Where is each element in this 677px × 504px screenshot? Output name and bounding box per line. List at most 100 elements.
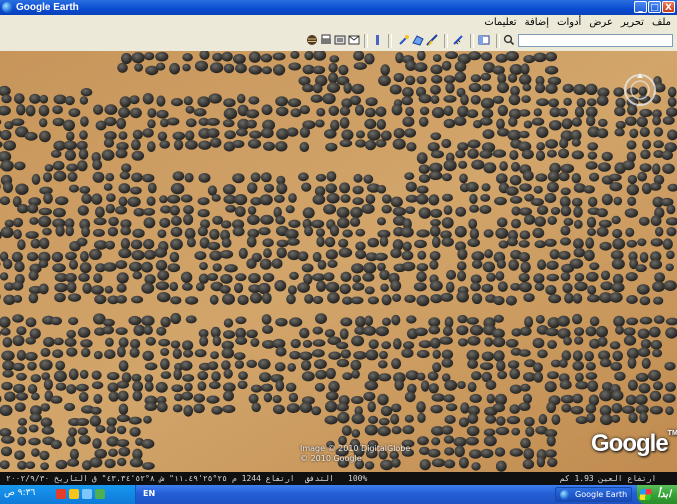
menu-edit[interactable]: تحرير — [621, 15, 644, 31]
boulder — [441, 349, 454, 360]
minimize-button[interactable]: _ — [634, 1, 647, 13]
boulder — [328, 351, 342, 360]
boulder — [93, 273, 103, 284]
antivirus-icon[interactable] — [56, 489, 66, 499]
boulder — [180, 360, 193, 371]
boulder — [507, 73, 518, 83]
boulder — [327, 259, 338, 268]
boulder — [76, 383, 89, 392]
path-icon[interactable] — [426, 34, 438, 46]
boulder — [538, 413, 548, 425]
printer-icon[interactable] — [334, 34, 346, 46]
boulder — [469, 228, 480, 240]
polygon-icon[interactable] — [412, 34, 424, 46]
toolbar-separator — [364, 34, 368, 48]
boulder — [534, 240, 546, 249]
boulder — [143, 325, 153, 335]
boulder — [313, 359, 327, 370]
boulder — [160, 316, 171, 328]
boulder — [116, 425, 127, 435]
taskbar-button-google-earth[interactable]: Google Earth — [555, 487, 632, 502]
boulder — [132, 228, 145, 238]
boulder — [351, 413, 365, 425]
boulder — [482, 261, 496, 273]
volume-icon[interactable] — [69, 489, 79, 499]
boulder — [193, 403, 205, 414]
boulder — [572, 360, 584, 371]
search-icon[interactable] — [503, 34, 515, 46]
sidebar-icon[interactable] — [478, 34, 490, 46]
boulder — [587, 142, 599, 151]
compass-icon[interactable] — [622, 72, 658, 108]
boulder — [235, 63, 247, 74]
placemark-icon[interactable] — [398, 34, 410, 46]
boulder — [11, 118, 25, 126]
boulder — [364, 315, 374, 327]
boulder — [496, 360, 506, 372]
boulder — [446, 269, 457, 280]
menu-help[interactable]: تعليمات — [484, 15, 516, 31]
boulder — [225, 204, 237, 213]
boulder — [635, 394, 648, 405]
menu-view[interactable]: عرض — [589, 15, 613, 31]
close-button[interactable]: X — [662, 1, 675, 13]
boulder — [104, 104, 118, 115]
boulder — [312, 326, 324, 335]
search-input[interactable] — [518, 34, 673, 47]
sun-icon[interactable] — [372, 34, 384, 46]
email-icon[interactable] — [348, 34, 360, 46]
language-indicator[interactable]: EN — [143, 489, 155, 498]
boulder — [31, 448, 40, 457]
boulder — [365, 139, 376, 151]
globe-icon[interactable] — [306, 34, 318, 46]
boulder — [375, 106, 387, 117]
maximize-button[interactable]: □ — [648, 1, 661, 13]
boulder — [102, 325, 114, 335]
menu-file[interactable]: ملف — [652, 15, 671, 31]
boulder — [459, 173, 468, 184]
boulder — [66, 131, 75, 141]
boulder — [339, 283, 351, 295]
boulder — [536, 142, 546, 151]
boulder — [587, 294, 600, 303]
clock[interactable]: ٩:٣٦ ص — [4, 488, 35, 498]
boulder — [248, 51, 261, 63]
satellite-imagery[interactable] — [0, 51, 677, 472]
boulder — [352, 185, 364, 195]
boulder — [470, 274, 482, 284]
start-button[interactable]: ابدأ — [637, 485, 677, 504]
boulder — [247, 139, 262, 149]
ruler-icon[interactable] — [452, 34, 464, 46]
boulder — [404, 294, 416, 303]
boulder — [257, 282, 271, 295]
boulder — [144, 52, 155, 61]
boulder — [492, 403, 506, 413]
boulder — [486, 393, 495, 404]
boulder — [212, 263, 222, 272]
menu-add[interactable]: إضافة — [525, 15, 549, 31]
boulder — [614, 371, 626, 381]
print-icon[interactable] — [320, 34, 332, 46]
boulder — [315, 369, 327, 380]
boulder — [329, 224, 340, 237]
safely-remove-icon[interactable] — [95, 489, 105, 499]
map-view[interactable] — [0, 51, 677, 472]
boulder — [520, 437, 531, 449]
boulder — [627, 174, 638, 185]
boulder — [571, 197, 583, 207]
boulder — [572, 313, 583, 325]
boulder — [93, 217, 107, 226]
boulder — [298, 172, 309, 182]
google-logo: GoogleTM — [591, 430, 677, 458]
boulder — [405, 75, 416, 86]
network-icon[interactable] — [82, 489, 92, 499]
boulder — [537, 259, 547, 270]
boulder — [324, 236, 336, 248]
menu-tools[interactable]: أدوات — [557, 15, 581, 31]
boulder — [470, 95, 481, 105]
boulder — [14, 261, 25, 273]
boulder — [416, 294, 430, 307]
boulder — [39, 359, 53, 371]
boulder — [479, 362, 494, 371]
boulder — [558, 107, 569, 117]
